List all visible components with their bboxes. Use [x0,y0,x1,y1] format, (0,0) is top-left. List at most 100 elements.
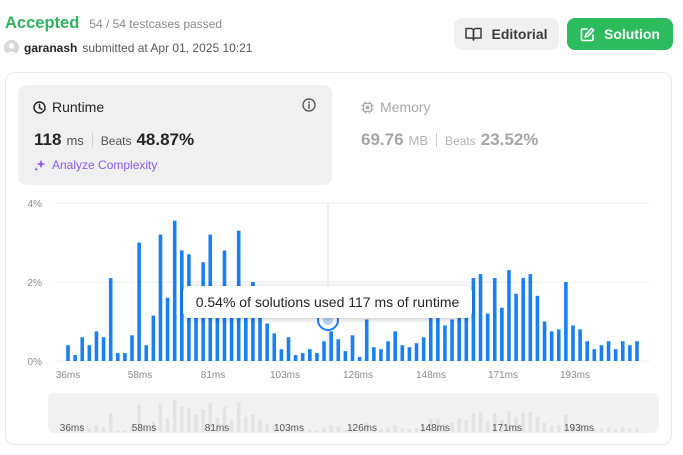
runtime-bar[interactable] [571,325,575,361]
brush-bar [165,417,170,432]
runtime-bar[interactable] [450,319,454,361]
brush-bar [315,430,319,432]
brush-bar [620,427,625,432]
runtime-bar[interactable] [521,278,525,361]
brush-tick-label: 193ms [564,423,594,434]
x-tick-label: 193ms [560,370,590,381]
runtime-bar[interactable] [613,349,618,361]
runtime-bar[interactable] [635,341,639,361]
runtime-bar[interactable] [478,274,483,361]
brush-tick-label: 58ms [132,423,156,434]
runtime-bar[interactable] [329,331,333,362]
runtime-bar[interactable] [421,337,426,361]
runtime-bar[interactable] [514,293,518,361]
brush-bar [308,429,312,432]
runtime-bar[interactable] [578,329,582,361]
brush-bar [407,428,412,432]
runtime-bar[interactable] [542,321,547,362]
runtime-bar[interactable] [308,349,312,361]
brush-bar [94,425,99,432]
x-tick-label: 81ms [201,370,225,381]
brush-bar [172,400,177,432]
runtime-bar[interactable] [372,347,376,361]
x-tick-label: 36ms [56,370,80,381]
runtime-bar[interactable] [286,337,291,361]
runtime-bar[interactable] [315,353,319,361]
brush-bar [471,413,476,432]
runtime-bar[interactable] [80,337,85,361]
runtime-bar[interactable] [73,355,77,361]
runtime-distribution-chart[interactable]: 0% 2% 4% 36ms 58ms 81ms 103ms 126ms 148ms 171ms 19… [0,0,683,455]
runtime-bar[interactable] [556,329,561,361]
runtime-bar[interactable] [400,345,405,361]
runtime-bar[interactable] [123,353,127,361]
runtime-bar[interactable] [130,335,134,361]
runtime-bar[interactable] [528,274,533,361]
runtime-bar[interactable] [535,295,540,361]
runtime-bar[interactable] [386,341,390,361]
runtime-bar[interactable] [279,349,284,361]
runtime-bar[interactable] [343,351,348,362]
brush-bar [258,419,262,432]
brush-bar [101,426,106,432]
runtime-bar[interactable] [158,234,163,361]
x-tick-label: 103ms [270,370,300,381]
brush-bar [229,420,234,432]
brush-bar [528,412,533,432]
runtime-bar[interactable] [300,353,305,361]
runtime-bar[interactable] [507,270,511,361]
runtime-bar[interactable] [500,307,504,361]
runtime-bar[interactable] [66,345,70,361]
brush-tick-label: 148ms [420,423,450,434]
x-tick-label: 126ms [343,370,373,381]
brush-bar [606,427,611,432]
runtime-bar[interactable] [393,331,397,362]
brush-bar [180,406,184,432]
tooltip-text: 0.54% of solutions used 117 ms of runtim… [195,294,460,310]
runtime-bar[interactable] [443,325,447,361]
runtime-bar[interactable] [350,335,355,361]
runtime-bar[interactable] [272,333,277,361]
runtime-bar[interactable] [265,323,269,361]
runtime-bar[interactable] [592,349,597,361]
runtime-bar[interactable] [165,297,170,361]
runtime-bar[interactable] [606,341,611,361]
runtime-bar[interactable] [172,220,177,361]
runtime-bar[interactable] [471,278,476,361]
runtime-bar[interactable] [492,278,497,361]
runtime-bar[interactable] [628,345,632,361]
runtime-bar[interactable] [364,319,369,361]
brush-bar [457,418,461,432]
y-tick-label: 4% [28,199,43,210]
runtime-bar[interactable] [108,278,113,361]
runtime-bar[interactable] [137,242,141,362]
runtime-bar[interactable] [336,339,341,361]
runtime-bar[interactable] [322,341,326,361]
runtime-bar[interactable] [564,282,568,361]
brush-bar [244,416,248,432]
brush-bar [329,425,333,432]
runtime-bar[interactable] [485,313,490,361]
brush-bar [635,427,639,432]
runtime-bar[interactable] [87,345,92,361]
runtime-bar[interactable] [585,341,590,361]
runtime-bar[interactable] [407,347,412,361]
runtime-bar[interactable] [144,345,149,361]
runtime-bar[interactable] [94,331,99,362]
runtime-bar[interactable] [293,355,298,361]
runtime-bar[interactable] [151,315,156,361]
runtime-bar[interactable] [549,331,554,362]
runtime-bar[interactable] [115,353,120,361]
brush-bar [485,421,490,432]
runtime-bar[interactable] [599,345,604,361]
brush-tick-label: 126ms [347,423,377,434]
runtime-bar[interactable] [379,349,383,361]
runtime-bar[interactable] [620,341,625,361]
brush-bar [322,427,326,432]
y-tick-label: 0% [28,357,43,368]
brush-bar [336,427,341,432]
runtime-bar[interactable] [357,357,362,361]
runtime-bar[interactable] [101,337,106,361]
brush-tick-label: 103ms [274,423,304,434]
runtime-bar[interactable] [414,343,419,361]
